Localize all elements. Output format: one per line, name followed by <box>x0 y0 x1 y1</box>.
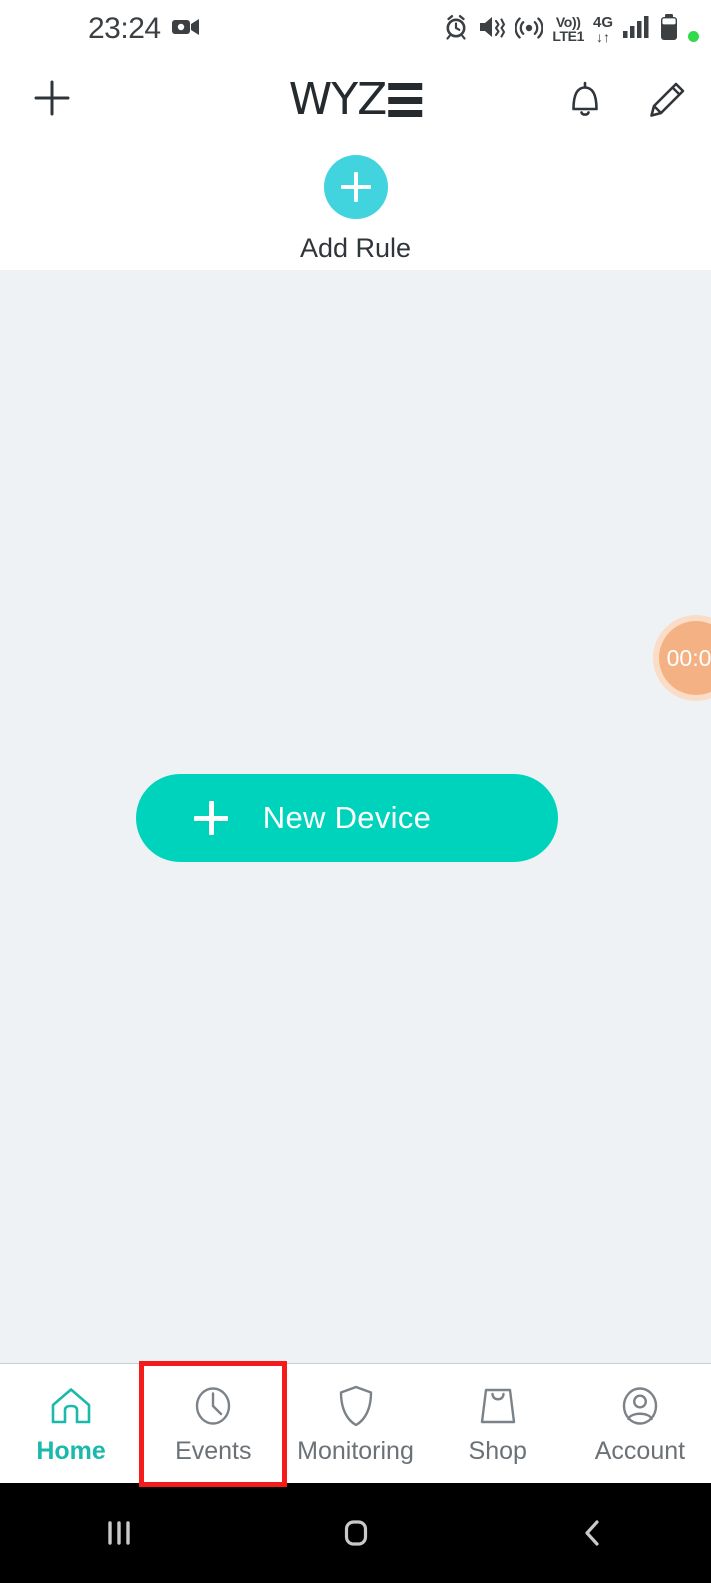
battery-icon <box>659 13 679 46</box>
volte-indicator: Vo)) LTE1 <box>552 15 584 43</box>
network-data-arrows: ↓↑ <box>595 28 610 45</box>
volte-line2: LTE1 <box>552 28 584 44</box>
add-rule-button[interactable] <box>323 155 388 219</box>
tab-shop-label: Shop <box>468 1437 527 1465</box>
new-device-label: New Device <box>262 800 432 835</box>
wyze-logo: WYZ <box>289 78 423 122</box>
network-generation: 4G <box>592 13 613 31</box>
tab-monitoring[interactable]: Monitoring <box>284 1364 426 1484</box>
tab-events[interactable]: Events <box>139 1361 288 1487</box>
add-device-button[interactable] <box>29 77 75 123</box>
plus-icon <box>30 76 74 125</box>
android-system-nav <box>0 1483 711 1583</box>
vibrate-mute-icon <box>478 14 506 45</box>
alarm-clock-icon <box>443 14 469 45</box>
recents-icon[interactable] <box>74 1503 164 1563</box>
add-rule-section: Add Rule <box>0 142 711 270</box>
status-indicator-dot <box>688 31 699 42</box>
status-bar: 23:24 Vo)) LTE1 4G ↓↑ <box>0 0 711 58</box>
hotspot-icon <box>514 14 544 45</box>
tab-events-label: Events <box>175 1437 252 1465</box>
wyze-logo-text: WYZ <box>288 74 388 125</box>
back-chevron-icon[interactable] <box>548 1503 638 1563</box>
tab-monitoring-label: Monitoring <box>297 1437 414 1465</box>
timer-badge-label: 00:0 <box>666 644 711 671</box>
shopping-bag-icon <box>476 1381 520 1431</box>
tab-home[interactable]: Home <box>0 1364 142 1484</box>
shield-icon <box>334 1381 378 1431</box>
app-header: WYZ <box>0 58 711 142</box>
bottom-tab-bar: Home Events Monitoring Shop Account <box>0 1361 711 1487</box>
network-indicator: 4G ↓↑ <box>593 15 613 44</box>
device-list-area: New Device 00:0 <box>0 270 711 1363</box>
tab-account[interactable]: Account <box>569 1364 711 1484</box>
signal-bars-icon <box>622 15 650 44</box>
video-camera-recording-icon <box>171 17 200 42</box>
tab-home-label: Home <box>36 1437 106 1465</box>
header-actions <box>563 78 689 122</box>
tab-account-label: Account <box>594 1437 686 1465</box>
home-icon <box>48 1381 94 1431</box>
status-bar-left: 23:24 <box>88 14 200 44</box>
tab-shop[interactable]: Shop <box>427 1364 569 1484</box>
bell-icon[interactable] <box>563 78 607 122</box>
plus-icon <box>194 801 228 835</box>
phone-screen: 23:24 Vo)) LTE1 4G ↓↑ WYZ Add Rule New D… <box>0 0 711 1583</box>
pencil-icon[interactable] <box>645 78 689 122</box>
clock-icon <box>190 1381 236 1431</box>
wyze-logo-e-bars <box>388 83 423 117</box>
floating-timer-badge[interactable]: 00:0 <box>653 615 711 701</box>
new-device-button[interactable]: New Device <box>136 774 558 862</box>
user-circle-icon <box>617 1381 663 1431</box>
status-bar-right: Vo)) LTE1 4G ↓↑ <box>443 0 699 58</box>
home-square-icon[interactable] <box>311 1503 401 1563</box>
status-bar-clock: 23:24 <box>88 12 161 45</box>
add-rule-label: Add Rule <box>299 233 412 263</box>
volte-line1: Vo)) <box>555 14 581 30</box>
